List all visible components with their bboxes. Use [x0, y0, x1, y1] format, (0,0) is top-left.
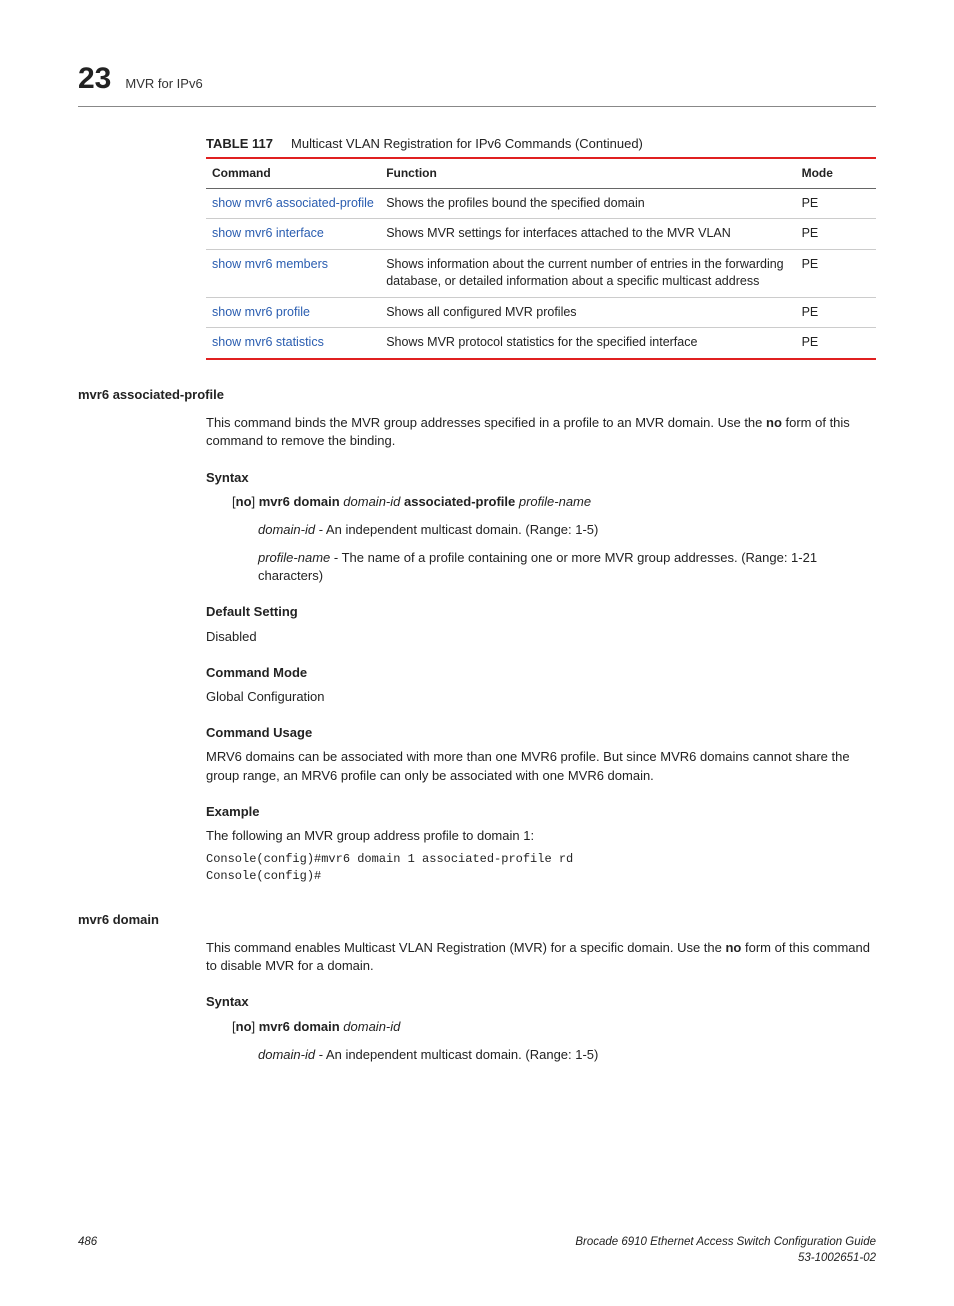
syntax-heading: Syntax: [206, 469, 876, 487]
param-name: domain-id: [258, 522, 315, 537]
section-description: This command binds the MVR group address…: [206, 414, 876, 450]
function-cell: Shows MVR protocol statistics for the sp…: [380, 328, 795, 359]
table-row: show mvr6 interface Shows MVR settings f…: [206, 219, 876, 250]
command-link[interactable]: show mvr6 members: [212, 257, 328, 271]
table-block: TABLE 117 Multicast VLAN Registration fo…: [206, 135, 876, 360]
command-mode-text: Global Configuration: [206, 688, 876, 706]
table-label: TABLE 117: [206, 136, 273, 151]
function-cell: Shows MVR settings for interfaces attach…: [380, 219, 795, 250]
th-command: Command: [206, 158, 380, 188]
text-bold: mvr6 domain: [259, 494, 344, 509]
mode-cell: PE: [796, 249, 876, 297]
text-bold: mvr6 domain: [259, 1019, 344, 1034]
mode-cell: PE: [796, 188, 876, 219]
table-header-row: Command Function Mode: [206, 158, 876, 188]
table-row: show mvr6 profile Shows all configured M…: [206, 297, 876, 328]
param-name: domain-id: [258, 1047, 315, 1062]
param-description: domain-id - An independent multicast dom…: [258, 1046, 876, 1064]
syntax-line: [no] mvr6 domain domain-id associated-pr…: [232, 493, 876, 511]
footer-doc-id: 53-1002651-02: [575, 1250, 876, 1266]
param-text: - An independent multicast domain. (Rang…: [315, 522, 598, 537]
default-setting-heading: Default Setting: [206, 603, 876, 621]
param-description: profile-name - The name of a profile con…: [258, 549, 876, 585]
function-cell: Shows the profiles bound the specified d…: [380, 188, 795, 219]
command-link[interactable]: show mvr6 profile: [212, 305, 310, 319]
footer-doc-title: Brocade 6910 Ethernet Access Switch Conf…: [575, 1234, 876, 1250]
param-name: profile-name: [258, 550, 330, 565]
mode-cell: PE: [796, 297, 876, 328]
command-link[interactable]: show mvr6 associated-profile: [212, 196, 374, 210]
command-usage-heading: Command Usage: [206, 724, 876, 742]
table-caption: TABLE 117 Multicast VLAN Registration fo…: [206, 135, 876, 153]
text-bold: no: [766, 415, 782, 430]
table-row: show mvr6 associated-profile Shows the p…: [206, 188, 876, 219]
text-italic: domain-id: [343, 494, 400, 509]
mode-cell: PE: [796, 219, 876, 250]
text: This command enables Multicast VLAN Regi…: [206, 940, 725, 955]
command-link[interactable]: show mvr6 interface: [212, 226, 324, 240]
text-bold: no: [236, 1019, 252, 1034]
function-cell: Shows information about the current numb…: [380, 249, 795, 297]
command-table: Command Function Mode show mvr6 associat…: [206, 157, 876, 360]
example-heading: Example: [206, 803, 876, 821]
param-text: - The name of a profile containing one o…: [258, 550, 817, 583]
command-link[interactable]: show mvr6 statistics: [212, 335, 324, 349]
table-row: show mvr6 statistics Shows MVR protocol …: [206, 328, 876, 359]
table-caption-text: Multicast VLAN Registration for IPv6 Com…: [291, 136, 643, 151]
section-heading-mvr6-associated-profile: mvr6 associated-profile: [78, 386, 876, 404]
syntax-line: [no] mvr6 domain domain-id: [232, 1018, 876, 1036]
text-italic: domain-id: [343, 1019, 400, 1034]
text: ]: [252, 494, 259, 509]
mode-cell: PE: [796, 328, 876, 359]
text-bold: associated-profile: [400, 494, 518, 509]
param-description: domain-id - An independent multicast dom…: [258, 521, 876, 539]
example-code: Console(config)#mvr6 domain 1 associated…: [206, 851, 876, 885]
text-italic: profile-name: [519, 494, 591, 509]
command-usage-text: MRV6 domains can be associated with more…: [206, 748, 876, 784]
chapter-title: MVR for IPv6: [125, 75, 202, 93]
page-number: 486: [78, 1234, 97, 1266]
syntax-heading: Syntax: [206, 993, 876, 1011]
text-bold: no: [236, 494, 252, 509]
default-setting-text: Disabled: [206, 628, 876, 646]
example-intro: The following an MVR group address profi…: [206, 827, 876, 845]
text: This command binds the MVR group address…: [206, 415, 766, 430]
command-mode-heading: Command Mode: [206, 664, 876, 682]
section-description: This command enables Multicast VLAN Regi…: [206, 939, 876, 975]
text-bold: no: [725, 940, 741, 955]
function-cell: Shows all configured MVR profiles: [380, 297, 795, 328]
page-header: 23 MVR for IPv6: [78, 58, 876, 107]
chapter-number: 23: [78, 58, 111, 100]
table-row: show mvr6 members Shows information abou…: [206, 249, 876, 297]
section-heading-mvr6-domain: mvr6 domain: [78, 911, 876, 929]
page-footer: 486 Brocade 6910 Ethernet Access Switch …: [78, 1234, 876, 1266]
th-function: Function: [380, 158, 795, 188]
param-text: - An independent multicast domain. (Rang…: [315, 1047, 598, 1062]
th-mode: Mode: [796, 158, 876, 188]
text: ]: [252, 1019, 259, 1034]
